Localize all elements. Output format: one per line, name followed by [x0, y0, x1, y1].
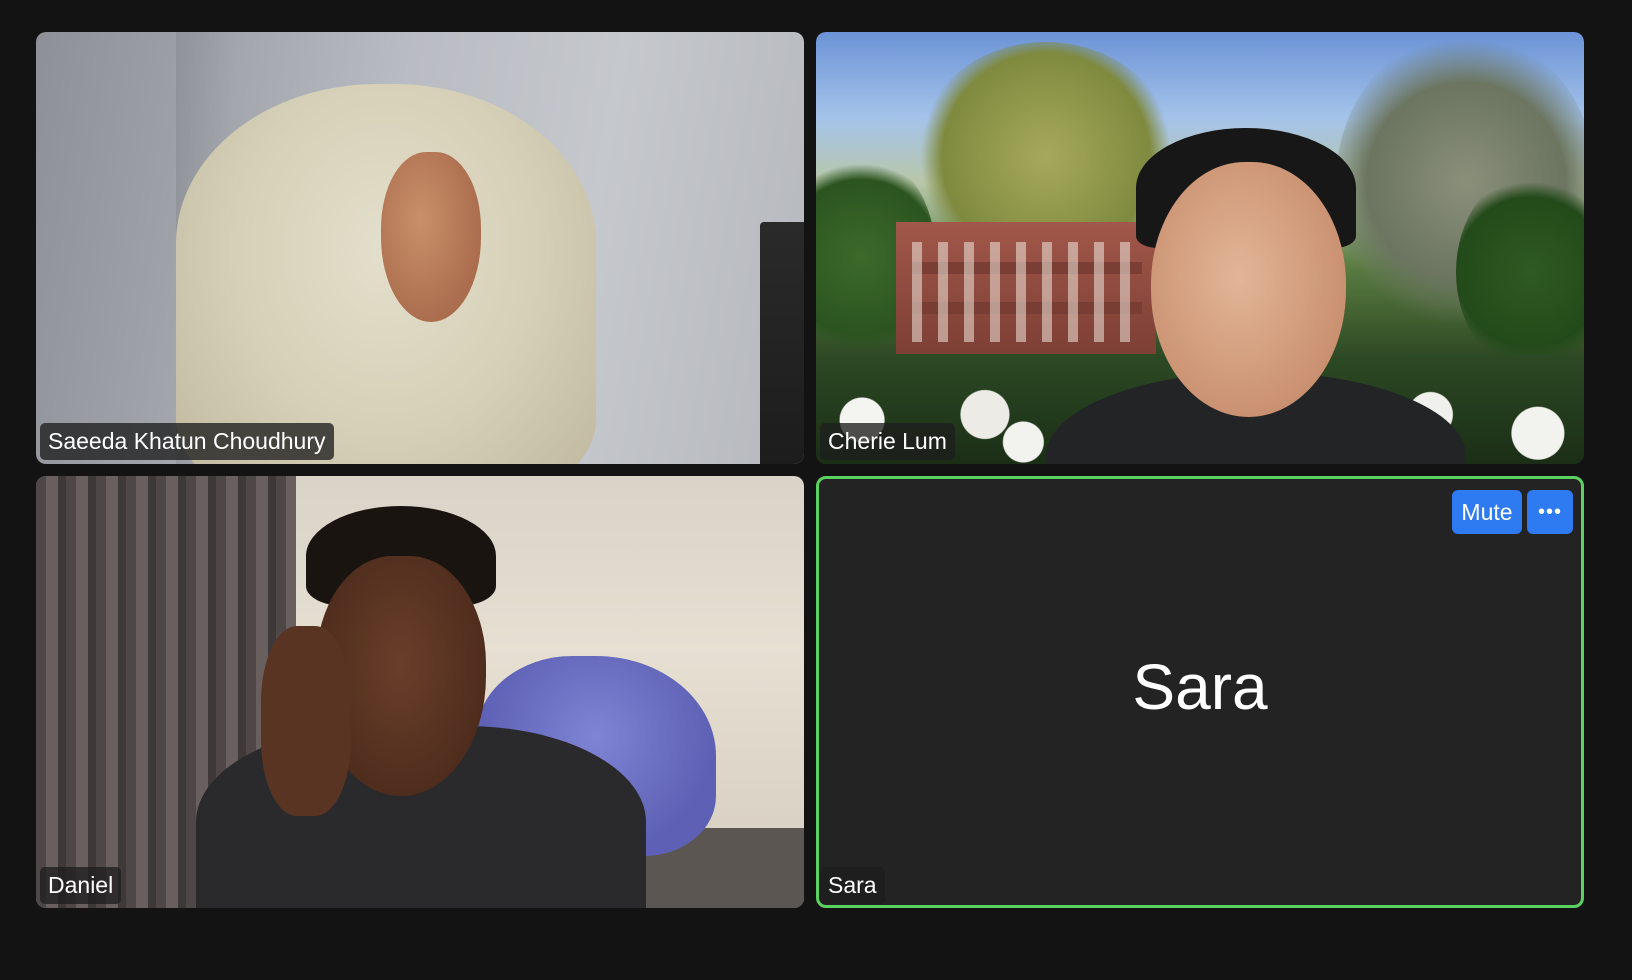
participant-display-name: Sara	[1132, 651, 1268, 723]
participant-name-label: Saeeda Khatun Choudhury	[40, 423, 334, 460]
participant-video	[36, 476, 804, 908]
participant-video	[36, 32, 804, 464]
more-options-icon[interactable]: •••	[1527, 490, 1573, 534]
background-object	[760, 222, 804, 464]
video-tile-daniel[interactable]: Daniel	[36, 476, 804, 908]
tile-controls: Mute •••	[1452, 490, 1573, 534]
mute-button[interactable]: Mute	[1452, 490, 1522, 534]
video-tile-cherie[interactable]: Cherie Lum	[816, 32, 1584, 464]
participant-hand	[261, 626, 351, 816]
video-tile-saeeda[interactable]: Saeeda Khatun Choudhury	[36, 32, 804, 464]
participant-name-label: Daniel	[40, 867, 122, 904]
participant-face	[381, 152, 481, 322]
participant-name-label: Cherie Lum	[820, 423, 955, 460]
building-windows	[912, 242, 1142, 342]
participant-name-label: Sara	[820, 867, 885, 904]
participant-face	[1151, 162, 1346, 417]
video-tile-sara-self[interactable]: Sara Mute ••• Sara	[816, 476, 1584, 908]
participant-video	[816, 32, 1584, 464]
meeting-gallery-view: Saeeda Khatun Choudhury Cherie Lum Danie…	[0, 0, 1632, 980]
